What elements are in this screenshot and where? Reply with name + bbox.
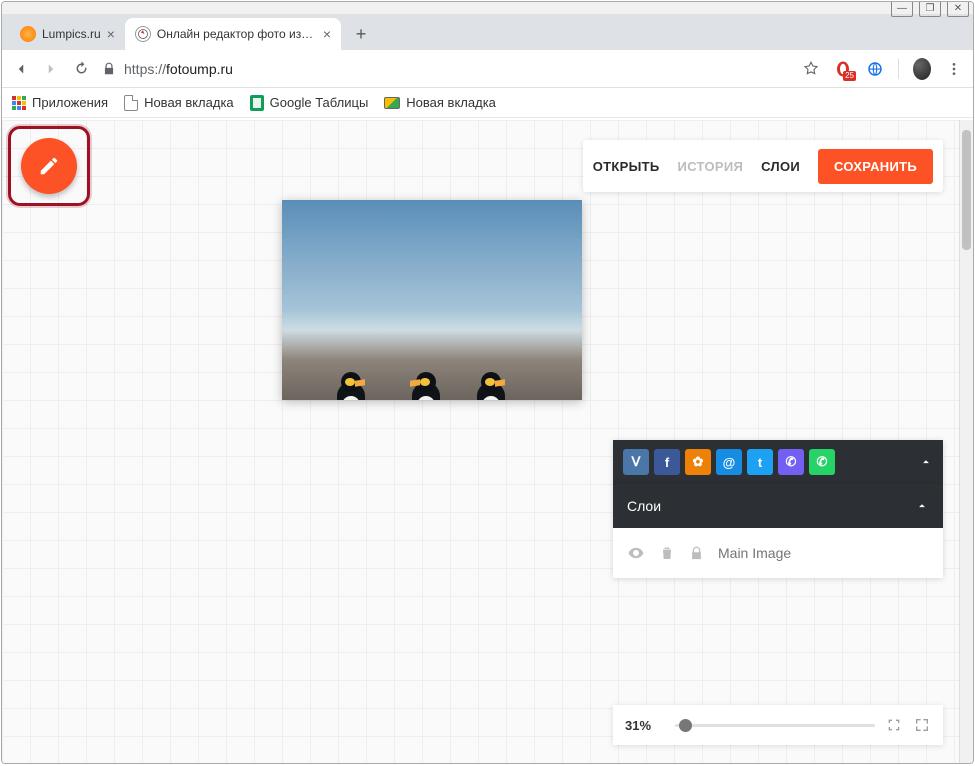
share-moimir-button[interactable]: @ [716, 449, 742, 475]
tab-strip: Lumpics.ru × Онлайн редактор фото изобра… [2, 14, 973, 50]
layers-panel: Слои Main Image [613, 484, 943, 578]
sheets-icon [250, 95, 264, 111]
reload-button[interactable] [72, 60, 90, 78]
window-titlebar: — ❐ ✕ [2, 2, 973, 14]
fab-highlight-box [8, 126, 90, 206]
tab-title: Lumpics.ru [42, 27, 101, 41]
layers-button[interactable]: СЛОИ [761, 159, 800, 174]
zoom-percent: 31% [625, 718, 665, 733]
share-facebook-button[interactable]: f [654, 449, 680, 475]
url-host: fotoump.ru [166, 61, 233, 77]
canvas-image[interactable] [282, 200, 582, 400]
trash-icon[interactable] [659, 545, 675, 561]
file-icon [124, 95, 138, 111]
profile-avatar[interactable] [913, 60, 931, 78]
edit-fab-button[interactable] [21, 138, 77, 194]
share-panel-header: Ⅴf✿@t✆✆ [613, 440, 943, 484]
bookmark-label: Новая вкладка [144, 95, 234, 110]
open-button[interactable]: ОТКРЫТЬ [593, 159, 660, 174]
window-close-button[interactable]: ✕ [947, 1, 969, 17]
share-panel: Ⅴf✿@t✆✆ [613, 440, 943, 484]
bookmark-sheets[interactable]: Google Таблицы [250, 95, 369, 111]
opera-extension-icon[interactable]: 25 [834, 60, 852, 78]
fit-screen-icon[interactable] [885, 716, 903, 734]
visibility-icon[interactable] [627, 544, 645, 562]
window-maximize-button[interactable]: ❐ [919, 1, 941, 17]
tab-close-icon[interactable]: × [323, 26, 331, 42]
address-bar: https://fotoump.ru 25 [2, 50, 973, 88]
browser-window: — ❐ ✕ Lumpics.ru × Онлайн редактор фото … [1, 1, 974, 764]
save-button[interactable]: СОХРАНИТЬ [818, 149, 933, 184]
bookmark-label: Google Таблицы [270, 95, 369, 110]
forward-button[interactable] [42, 60, 60, 78]
back-button[interactable] [12, 60, 30, 78]
share-twitter-button[interactable]: t [747, 449, 773, 475]
zoom-slider[interactable] [675, 724, 875, 727]
lock-icon[interactable] [689, 546, 704, 561]
layer-row[interactable]: Main Image [627, 544, 929, 562]
tab-close-icon[interactable]: × [107, 26, 115, 42]
window-minimize-button[interactable]: — [891, 1, 913, 17]
layers-panel-title: Слои [627, 498, 661, 514]
bookmark-newtab-2[interactable]: Новая вкладка [384, 95, 496, 110]
url-protocol: https:// [124, 61, 166, 77]
layers-panel-body: Main Image [613, 528, 943, 578]
chevron-up-icon[interactable] [919, 455, 933, 469]
orange-circle-icon [20, 26, 36, 42]
picture-icon [384, 97, 400, 109]
apps-grid-icon [12, 96, 26, 110]
bookmark-label: Новая вкладка [406, 95, 496, 110]
history-button[interactable]: ИСТОРИЯ [678, 159, 744, 174]
layer-name: Main Image [718, 545, 791, 561]
chevron-up-icon[interactable] [915, 499, 929, 513]
bookmark-star-icon[interactable] [802, 60, 820, 78]
share-whatsapp-button[interactable]: ✆ [809, 449, 835, 475]
side-panels: Ⅴf✿@t✆✆ Слои Main Image [613, 440, 943, 578]
tab-lumpics[interactable]: Lumpics.ru × [10, 18, 125, 50]
vertical-scrollbar[interactable] [959, 120, 973, 763]
bookmarks-bar: Приложения Новая вкладка Google Таблицы … [2, 88, 973, 118]
editor-canvas-area: ОТКРЫТЬ ИСТОРИЯ СЛОИ СОХРАНИТЬ Ⅴf✿@t✆✆ [2, 120, 973, 763]
menu-button[interactable] [945, 60, 963, 78]
fullscreen-icon[interactable] [913, 716, 931, 734]
extension-badge-count: 25 [843, 71, 856, 81]
bookmark-newtab-1[interactable]: Новая вкладка [124, 95, 234, 111]
globe-icon[interactable] [866, 60, 884, 78]
url-field[interactable]: https://fotoump.ru [102, 61, 790, 77]
share-vk-button[interactable]: Ⅴ [623, 449, 649, 475]
zoom-slider-knob[interactable] [679, 719, 692, 732]
apps-bookmark[interactable]: Приложения [12, 95, 108, 110]
share-odnoklassniki-button[interactable]: ✿ [685, 449, 711, 475]
compass-icon [135, 26, 151, 42]
bookmark-label: Приложения [32, 95, 108, 110]
layers-panel-header[interactable]: Слои [613, 484, 943, 528]
scrollbar-thumb[interactable] [962, 130, 971, 250]
tab-title: Онлайн редактор фото изобра [157, 27, 317, 41]
editor-toolbar: ОТКРЫТЬ ИСТОРИЯ СЛОИ СОХРАНИТЬ [583, 140, 943, 192]
zoom-bar: 31% [613, 705, 943, 745]
pencil-icon [38, 155, 60, 177]
new-tab-button[interactable]: + [347, 20, 375, 48]
lock-icon [102, 62, 116, 76]
tab-fotoump[interactable]: Онлайн редактор фото изобра × [125, 18, 341, 50]
share-viber-button[interactable]: ✆ [778, 449, 804, 475]
separator [898, 59, 899, 79]
